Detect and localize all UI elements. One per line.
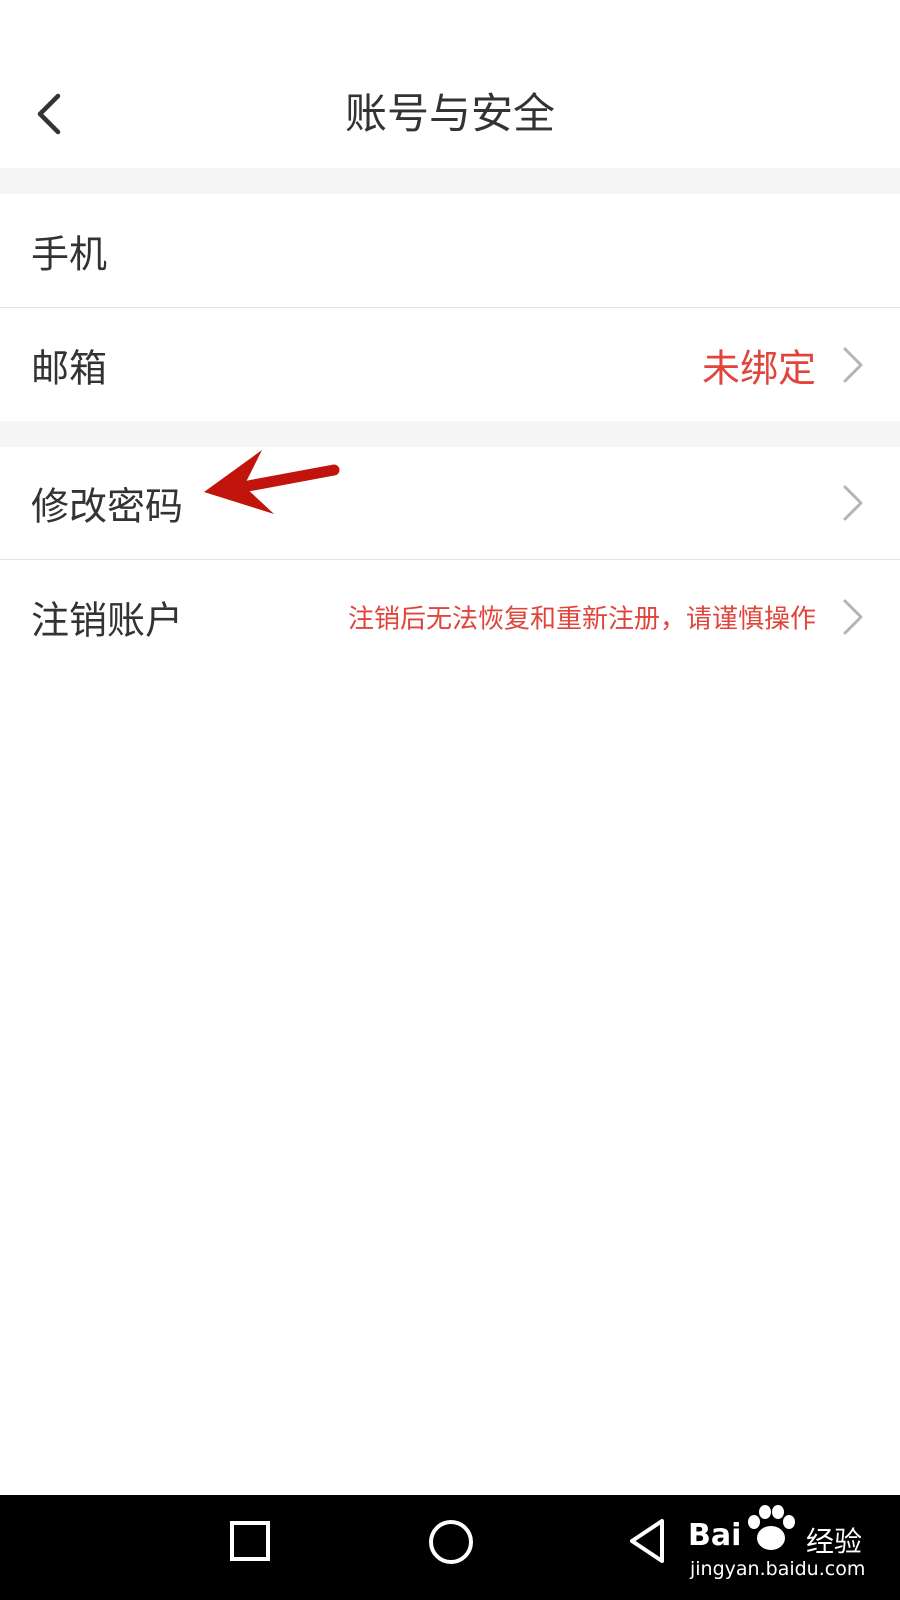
delete-account-row[interactable]: 注销账户 注销后无法恢复和重新注册，请谨慎操作 (0, 560, 900, 674)
watermark-url: jingyan.baidu.com (690, 1558, 866, 1580)
chevron-right-icon (843, 485, 863, 521)
phone-row[interactable]: 手机 (0, 194, 900, 307)
recent-apps-button[interactable] (226, 1517, 276, 1567)
change-password-label: 修改密码 (31, 484, 184, 529)
page-title: 账号与安全 (344, 89, 555, 138)
recent-apps-icon (230, 1521, 270, 1561)
watermark-brand: Bai (688, 1518, 742, 1553)
baidu-jingyan-watermark: Bai 经验 jingyan.baidu.com (688, 1500, 888, 1590)
delete-account-label: 注销账户 (31, 598, 184, 643)
email-row[interactable]: 邮箱 未绑定 (0, 308, 900, 421)
chevron-right-icon (843, 599, 863, 635)
phone-label: 手机 (31, 232, 108, 276)
section-gap (0, 421, 900, 447)
home-button[interactable] (424, 1515, 478, 1569)
email-status-value: 未绑定 (701, 346, 816, 390)
red-arrow-icon (204, 450, 340, 514)
paw-icon (748, 1505, 795, 1550)
system-back-button[interactable] (624, 1515, 676, 1569)
change-password-row[interactable]: 修改密码 (0, 447, 900, 559)
email-label: 邮箱 (31, 346, 108, 390)
home-icon (429, 1520, 473, 1564)
watermark-jingyan: 经验 (806, 1525, 863, 1558)
delete-account-warning: 注销后无法恢复和重新注册，请谨慎操作 (347, 604, 816, 635)
app-header: 账号与安全 (0, 0, 900, 169)
chevron-right-icon (843, 347, 863, 382)
section-gap (0, 168, 900, 194)
back-triangle-icon (630, 1519, 664, 1563)
